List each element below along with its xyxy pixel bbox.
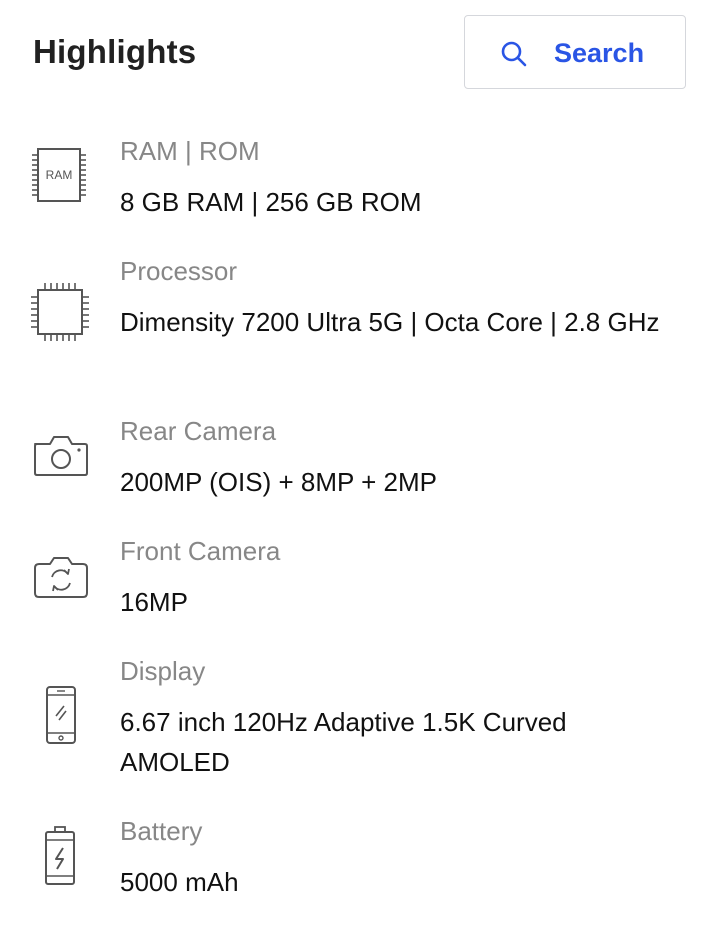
spec-label: Display bbox=[120, 656, 206, 686]
spec-label: RAM | ROM bbox=[120, 136, 260, 166]
search-button[interactable]: Search bbox=[464, 15, 686, 89]
spec-label: Processor bbox=[120, 256, 238, 286]
spec-value: 8 GB RAM | 256 GB ROM bbox=[120, 187, 422, 217]
ram-chip-icon-text: RAM bbox=[46, 168, 73, 182]
spec-label: Front Camera bbox=[120, 536, 281, 566]
spec-label: Rear Camera bbox=[120, 416, 277, 446]
spec-label: Battery bbox=[120, 816, 203, 846]
spec-processor: Processor Dimensity 7200 Ultra 5G | Octa… bbox=[0, 256, 720, 386]
page-title: Highlights bbox=[33, 33, 197, 70]
spec-value: 200MP (OIS) + 8MP + 2MP bbox=[120, 467, 437, 497]
spec-value: 5000 mAh bbox=[120, 867, 239, 897]
processor-chip-icon bbox=[28, 280, 92, 344]
spec-value: 16MP bbox=[120, 587, 188, 617]
spec-value: 6.67 inch 120Hz Adaptive 1.5K Curved AMO… bbox=[120, 707, 567, 777]
search-icon bbox=[500, 40, 528, 68]
spec-ram-rom: RAM RAM | ROM 8 GB RAM | 256 GB ROM bbox=[0, 136, 720, 226]
battery-icon bbox=[28, 824, 92, 888]
spec-battery: Battery 5000 mAh bbox=[0, 816, 720, 906]
front-camera-icon bbox=[28, 546, 92, 610]
phone-display-icon bbox=[28, 684, 92, 748]
ram-chip-icon: RAM bbox=[28, 142, 92, 206]
spec-rear-camera: Rear Camera 200MP (OIS) + 8MP + 2MP bbox=[0, 416, 720, 506]
camera-icon bbox=[28, 426, 92, 490]
spec-front-camera: Front Camera 16MP bbox=[0, 536, 720, 626]
spec-display: Display 6.67 inch 120Hz Adaptive 1.5K Cu… bbox=[0, 656, 720, 786]
highlights-header: Highlights Search bbox=[0, 0, 720, 110]
spec-value: Dimensity 7200 Ultra 5G | Octa Core | 2.… bbox=[120, 307, 660, 337]
search-button-label: Search bbox=[554, 38, 645, 68]
